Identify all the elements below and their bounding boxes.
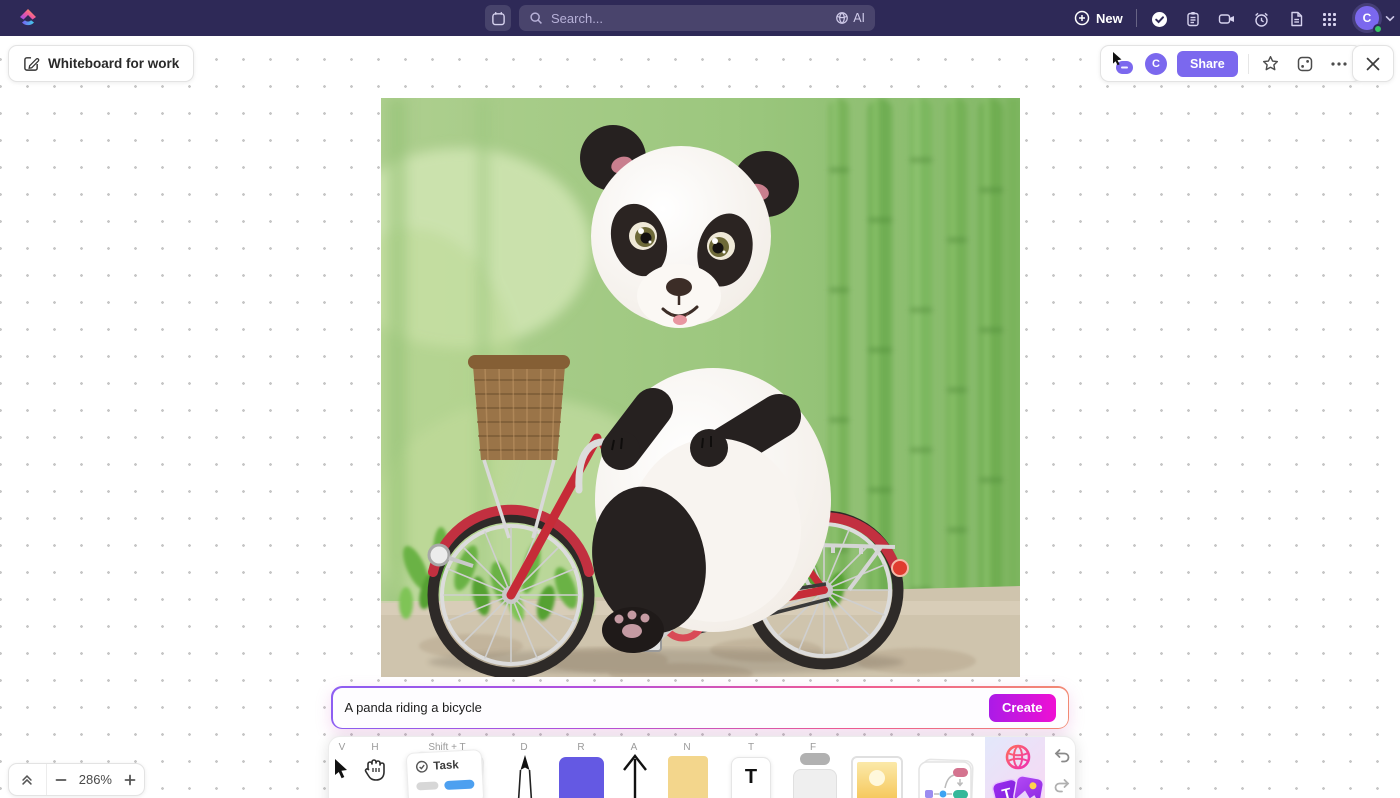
ai-image-tool[interactable]: T	[985, 737, 1045, 798]
minus-icon	[55, 778, 67, 781]
whiteboard-canvas[interactable]: Whiteboard for work C Share A panda ridi…	[0, 36, 1400, 798]
redo-button[interactable]	[1050, 773, 1074, 797]
topbar-divider	[1136, 9, 1137, 27]
shortcut-draw: D	[520, 742, 528, 753]
hand-tool[interactable]	[363, 757, 387, 788]
collaborator-avatar[interactable]: C	[1145, 52, 1167, 75]
sticky-note-icon	[668, 756, 708, 798]
clickup-logo[interactable]	[15, 5, 41, 36]
avatar: C	[1352, 3, 1383, 34]
document-icon[interactable]	[1283, 6, 1309, 32]
sticky-note-tool[interactable]	[665, 754, 711, 798]
form-pill	[800, 753, 830, 765]
mindmap-tool[interactable]	[917, 752, 975, 798]
alarm-clock-icon[interactable]	[1248, 6, 1274, 32]
prompt-input[interactable]: A panda riding a bicycle	[345, 700, 1056, 715]
close-icon	[1366, 57, 1380, 70]
ai-prompt-bar: A panda riding a bicycle Create	[331, 686, 1069, 729]
arrow-up-icon	[623, 754, 647, 798]
zoom-level[interactable]: 286%	[75, 772, 117, 787]
close-board-button[interactable]	[1352, 45, 1394, 82]
notepad-icon[interactable]	[1180, 6, 1206, 32]
search-placeholder: Search...	[551, 10, 604, 26]
zoom-in-button[interactable]	[116, 764, 144, 795]
plus-circle-icon	[1074, 10, 1090, 26]
favorite-star-icon[interactable]	[1259, 52, 1283, 76]
plus-icon	[124, 774, 136, 785]
generated-image[interactable]	[381, 98, 1020, 677]
image-icon	[851, 756, 903, 798]
cursor-icon	[335, 759, 347, 779]
shortcut-note: N	[683, 742, 691, 753]
select-tool[interactable]	[333, 758, 352, 785]
pen-icon	[517, 755, 533, 798]
search-ai-trigger[interactable]: AI	[835, 11, 865, 25]
double-chevron-up-icon	[22, 774, 33, 785]
new-button[interactable]: New	[1068, 6, 1129, 30]
zoom-out-button[interactable]	[47, 764, 75, 795]
shape-rectangle-tool[interactable]	[559, 757, 604, 798]
arrow-tool[interactable]	[621, 753, 649, 798]
apps-grid-icon[interactable]	[1316, 6, 1342, 32]
share-button[interactable]: Share	[1177, 50, 1238, 77]
draw-tool[interactable]	[514, 754, 536, 798]
task-pill-blue	[443, 779, 475, 791]
user-avatar-menu[interactable]: C	[1352, 3, 1396, 34]
task-pill-gray	[416, 781, 439, 791]
board-actions-bar: C Share	[1100, 45, 1362, 82]
board-title: Whiteboard for work	[48, 56, 180, 71]
search-input[interactable]: Search... AI	[519, 5, 875, 31]
task-card-label: Task	[433, 758, 459, 773]
video-camera-icon[interactable]	[1214, 6, 1240, 32]
collaborator-cursor-icon	[1113, 52, 1133, 74]
undo-icon	[1054, 749, 1070, 763]
shortcut-rect: R	[577, 742, 585, 753]
ai-swirl-icon	[836, 12, 849, 24]
mindmap-icon	[918, 758, 974, 798]
undo-button[interactable]	[1050, 743, 1074, 767]
shortcut-arrow: A	[630, 742, 638, 753]
whiteboard-pen-icon	[24, 57, 40, 71]
ai-image-tile	[1013, 775, 1044, 798]
image-tool[interactable]	[851, 756, 903, 798]
redo-icon	[1054, 779, 1070, 793]
board-title-pill[interactable]: Whiteboard for work	[8, 45, 195, 82]
form-tool[interactable]	[791, 751, 839, 798]
text-tool-glyph: T	[744, 766, 758, 788]
more-options-icon[interactable]	[1327, 52, 1351, 76]
shortcut-text: T	[747, 742, 755, 753]
whiteboard-toolbar: V H Shift + T D R A N T F Task T T	[328, 736, 1076, 798]
task-card: Task	[405, 749, 485, 798]
task-check-icon	[415, 760, 428, 773]
present-dice-icon[interactable]	[1293, 52, 1317, 76]
top-navigation-bar: Search... AI New C	[0, 0, 1400, 36]
shortcut-select: V	[338, 742, 346, 753]
search-icon	[530, 12, 542, 24]
text-tool[interactable]: T	[731, 757, 771, 798]
create-button[interactable]: Create	[989, 693, 1056, 722]
chevron-down-icon	[1385, 15, 1395, 21]
form-body	[793, 769, 837, 798]
zoom-control: 286%	[8, 763, 145, 796]
hand-icon	[364, 759, 385, 781]
tasks-check-icon[interactable]	[1146, 6, 1172, 32]
ai-swirl-icon	[1005, 744, 1031, 770]
shortcut-hand: H	[371, 742, 379, 753]
collapse-toolbar-button[interactable]	[9, 764, 47, 795]
actions-divider	[1247, 53, 1249, 74]
online-status-dot	[1373, 24, 1383, 34]
calendar-icon[interactable]	[485, 5, 511, 31]
